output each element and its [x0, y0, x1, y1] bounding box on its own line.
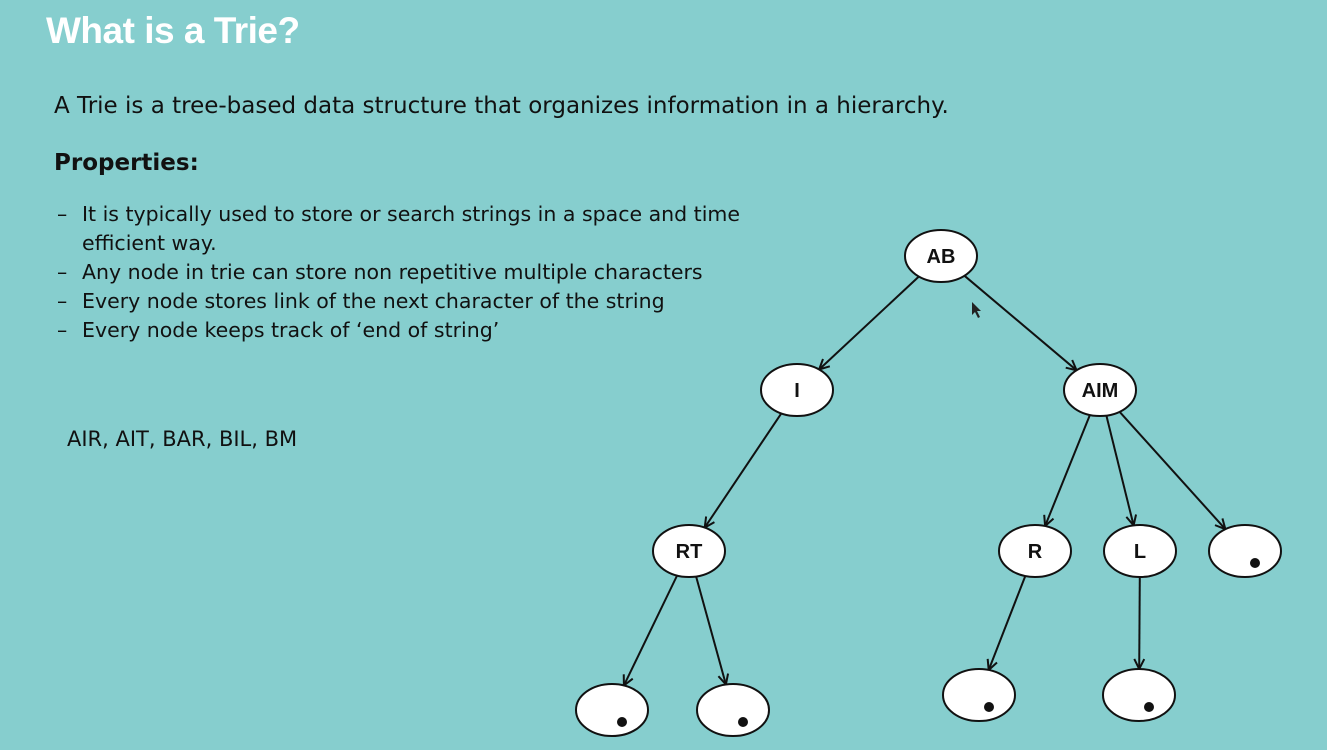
trie-edge-rt-end_rt_2	[695, 576, 726, 685]
end-of-string-dot-icon	[1144, 702, 1154, 712]
trie-node-end_r	[942, 668, 1016, 722]
trie-edge-rt-end_rt_1	[624, 575, 679, 686]
trie-node-end_rt_1	[575, 683, 649, 737]
trie-node-ellipse	[1208, 524, 1282, 578]
trie-node-end_rt_2	[696, 683, 770, 737]
trie-edge-aim-l	[1105, 415, 1133, 526]
trie-edge-root-i	[819, 275, 920, 370]
end-of-string-dot-icon	[984, 702, 994, 712]
trie-node-ellipse	[575, 683, 649, 737]
trie-nodes: AB I AIM RT R L	[575, 229, 1282, 737]
trie-node-aim: AIM	[1063, 363, 1137, 417]
trie-node-ellipse	[1102, 668, 1176, 722]
end-of-string-dot-icon	[617, 717, 627, 727]
trie-node-label: I	[794, 380, 800, 402]
trie-node-i: I	[760, 363, 834, 417]
trie-edge-aim-r	[1045, 414, 1091, 526]
trie-edge-l-end_l	[1139, 576, 1140, 669]
trie-diagram: AB I AIM RT R L	[575, 229, 1282, 737]
trie-edge-aim-end_aim	[1118, 411, 1226, 529]
trie-node-label: AB	[927, 246, 956, 268]
trie-node-end_l	[1102, 668, 1176, 722]
mouse-cursor-icon	[972, 302, 981, 318]
trie-edge-r-end_r	[989, 575, 1027, 670]
trie-edge-root-aim	[963, 274, 1076, 371]
trie-node-label: RT	[676, 541, 703, 563]
trie-node-root: AB	[904, 229, 978, 283]
end-of-string-dot-icon	[738, 717, 748, 727]
trie-node-label: AIM	[1082, 380, 1119, 402]
trie-node-l: L	[1103, 524, 1177, 578]
trie-edge-i-rt	[705, 412, 783, 527]
slide: What is a Trie? A Trie is a tree-based d…	[0, 0, 1327, 750]
trie-node-r: R	[998, 524, 1072, 578]
trie-node-ellipse	[942, 668, 1016, 722]
trie-edges	[624, 274, 1226, 686]
trie-node-label: R	[1028, 541, 1043, 563]
trie-node-label: L	[1134, 541, 1146, 563]
trie-node-rt: RT	[652, 524, 726, 578]
trie-node-end_aim	[1208, 524, 1282, 578]
trie-node-ellipse	[696, 683, 770, 737]
end-of-string-dot-icon	[1250, 558, 1260, 568]
